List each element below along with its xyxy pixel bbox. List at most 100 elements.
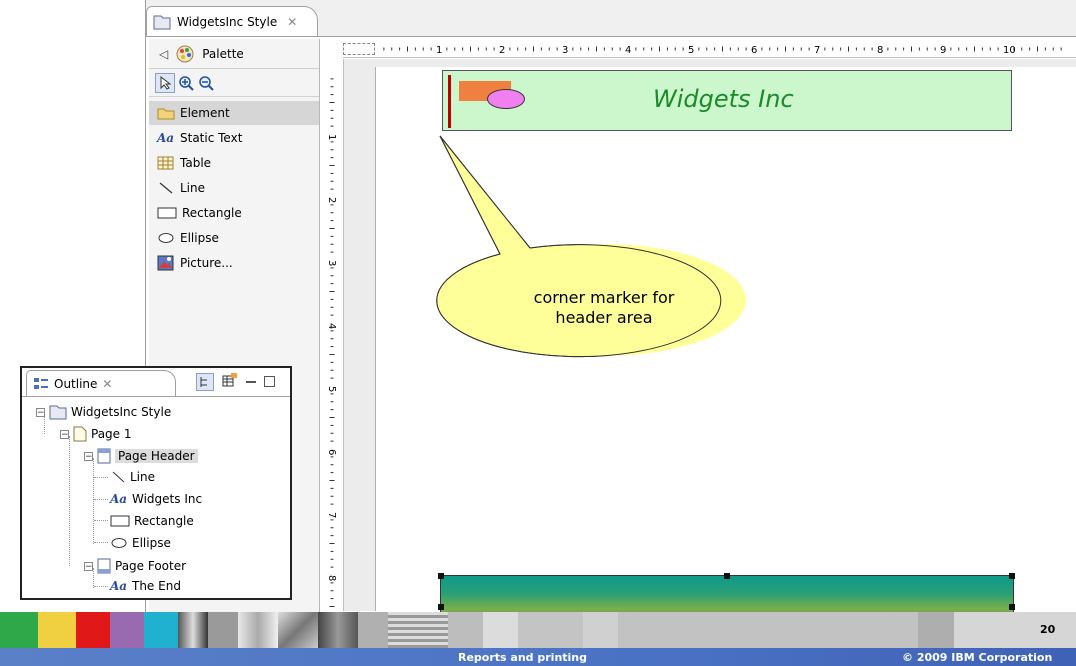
tree-node-label: The End bbox=[132, 579, 181, 593]
header-ellipse[interactable] bbox=[487, 89, 525, 109]
close-icon[interactable]: ✕ bbox=[102, 377, 112, 391]
outline-title: Outline bbox=[54, 376, 98, 391]
collapse-arrow-icon[interactable]: ◁ bbox=[159, 47, 168, 61]
ruler-number: 5 bbox=[688, 45, 694, 56]
palette-item-label: Picture... bbox=[180, 256, 233, 270]
tree-view-icon[interactable] bbox=[196, 372, 214, 391]
tree-node-label: Page 1 bbox=[91, 427, 132, 441]
header-text[interactable]: Widgets Inc bbox=[653, 85, 794, 113]
outline-toolbar bbox=[196, 372, 275, 391]
palette-item-table[interactable]: Table bbox=[149, 151, 319, 175]
zoom-in-icon[interactable] bbox=[177, 74, 195, 92]
decorative-color-strip bbox=[0, 612, 1076, 648]
callout-line-2: header area bbox=[555, 308, 653, 327]
collapse-icon[interactable]: − bbox=[60, 429, 69, 439]
resize-handle[interactable] bbox=[724, 573, 730, 579]
palette-title: Palette bbox=[202, 46, 244, 61]
palette-item-rectangle[interactable]: Rectangle bbox=[149, 201, 319, 225]
static-text-icon: Aa bbox=[157, 131, 175, 145]
ruler-number: 6 bbox=[751, 45, 757, 56]
palette-item-label: Rectangle bbox=[182, 206, 242, 220]
ruler-number: 4 bbox=[625, 45, 631, 56]
tree-node-label: Page Header bbox=[115, 449, 198, 463]
tree-node-label: Widgets Inc bbox=[132, 492, 203, 506]
outline-icon bbox=[34, 377, 48, 389]
palette-item-label: Table bbox=[180, 156, 212, 170]
collapse-icon[interactable]: − bbox=[84, 561, 93, 571]
editor-tab-title: WidgetsInc Style bbox=[177, 14, 278, 29]
palette-header[interactable]: ◁ Palette bbox=[149, 39, 319, 69]
line-icon bbox=[112, 471, 125, 483]
outline-view: Outline ✕ − WidgetsInc Style − Page 1 − … bbox=[20, 366, 292, 600]
ruler-corner bbox=[343, 43, 375, 55]
palette-item-label: Element bbox=[180, 106, 230, 120]
tree-node-report[interactable]: − WidgetsInc Style bbox=[36, 404, 171, 420]
collapse-icon[interactable]: − bbox=[84, 451, 93, 461]
palette-item-element[interactable]: Element bbox=[149, 101, 319, 125]
header-line[interactable] bbox=[448, 75, 451, 128]
palette-toolbar bbox=[149, 69, 319, 97]
rectangle-icon bbox=[157, 207, 177, 219]
palette-item-line[interactable]: Line bbox=[149, 176, 319, 200]
minimize-icon[interactable] bbox=[246, 380, 256, 383]
callout-text: corner marker for header area bbox=[504, 288, 704, 328]
palette-item-picture[interactable]: Picture... bbox=[149, 251, 319, 275]
ellipse-icon bbox=[158, 233, 174, 243]
page-header-area[interactable]: Widgets Inc bbox=[442, 70, 1012, 131]
ruler-number: 3 bbox=[562, 45, 568, 56]
line-icon bbox=[159, 182, 173, 194]
tree-node-label: WidgetsInc Style bbox=[71, 405, 172, 419]
report-icon bbox=[153, 15, 171, 29]
ruler-number: 4 bbox=[326, 323, 337, 329]
tree-node-label: Page Footer bbox=[115, 559, 187, 573]
zoom-out-icon[interactable] bbox=[197, 74, 215, 92]
ruler-number: 9 bbox=[940, 45, 946, 56]
static-text-icon: Aa bbox=[110, 492, 128, 506]
ruler-number: 1 bbox=[326, 134, 337, 140]
folder-icon bbox=[157, 108, 175, 120]
close-icon[interactable]: ✕ bbox=[287, 15, 297, 29]
resize-handle[interactable] bbox=[1009, 573, 1015, 579]
horizontal-ruler: 1 2 3 4 5 6 7 8 9 10 bbox=[343, 41, 1076, 58]
palette-item-ellipse[interactable]: Ellipse bbox=[149, 226, 319, 250]
tree-node-label: Rectangle bbox=[134, 514, 194, 528]
resize-handle[interactable] bbox=[1009, 604, 1015, 610]
tree-node-page[interactable]: − Page 1 bbox=[60, 426, 132, 442]
tree-node-page-footer[interactable]: − Page Footer bbox=[84, 558, 186, 574]
ruler-number: 10 bbox=[1003, 45, 1016, 56]
maximize-icon[interactable] bbox=[264, 376, 275, 387]
footer-title: Reports and printing bbox=[458, 651, 588, 664]
ruler-number: 2 bbox=[326, 197, 337, 203]
ruler-number: 8 bbox=[877, 45, 883, 56]
page-footer-icon bbox=[97, 558, 111, 574]
resize-handle[interactable] bbox=[438, 573, 444, 579]
rectangle-icon bbox=[110, 515, 130, 527]
report-icon bbox=[49, 405, 67, 420]
footer-copyright: © 2009 IBM Corporation bbox=[902, 651, 1053, 664]
tree-node-the-end[interactable]: Aa The End bbox=[110, 579, 181, 593]
tree-node-label: Ellipse bbox=[132, 536, 171, 550]
resize-handle[interactable] bbox=[438, 604, 444, 610]
ruler-number: 2 bbox=[499, 45, 505, 56]
palette-item-label: Ellipse bbox=[180, 231, 219, 245]
palette-item-label: Line bbox=[180, 181, 206, 195]
tree-node-widgets-inc[interactable]: Aa Widgets Inc bbox=[110, 492, 202, 506]
table-icon bbox=[157, 156, 174, 170]
select-arrow-icon[interactable] bbox=[155, 72, 175, 93]
ruler-number: 7 bbox=[326, 512, 337, 518]
static-text-icon: Aa bbox=[110, 579, 128, 593]
outline-tab[interactable]: Outline ✕ bbox=[26, 370, 176, 396]
collapse-icon[interactable]: − bbox=[36, 407, 45, 417]
editor-tab[interactable]: WidgetsInc Style ✕ bbox=[146, 6, 318, 36]
ruler-number: 8 bbox=[326, 575, 337, 581]
tree-node-ellipse[interactable]: Ellipse bbox=[110, 536, 171, 550]
report-page[interactable]: Widgets Inc bbox=[375, 67, 1076, 638]
tree-node-rectangle[interactable]: Rectangle bbox=[110, 514, 194, 528]
slide-page-number: 20 bbox=[1040, 623, 1056, 636]
vertical-ruler: 1 2 3 4 5 6 7 8 bbox=[321, 59, 344, 611]
tree-node-page-header[interactable]: − Page Header bbox=[84, 448, 198, 464]
palette-item-static-text[interactable]: Aa Static Text bbox=[149, 126, 319, 150]
tree-node-line[interactable]: Line bbox=[110, 470, 155, 484]
thumbnail-view-icon[interactable] bbox=[222, 372, 238, 391]
ellipse-icon bbox=[111, 538, 127, 548]
